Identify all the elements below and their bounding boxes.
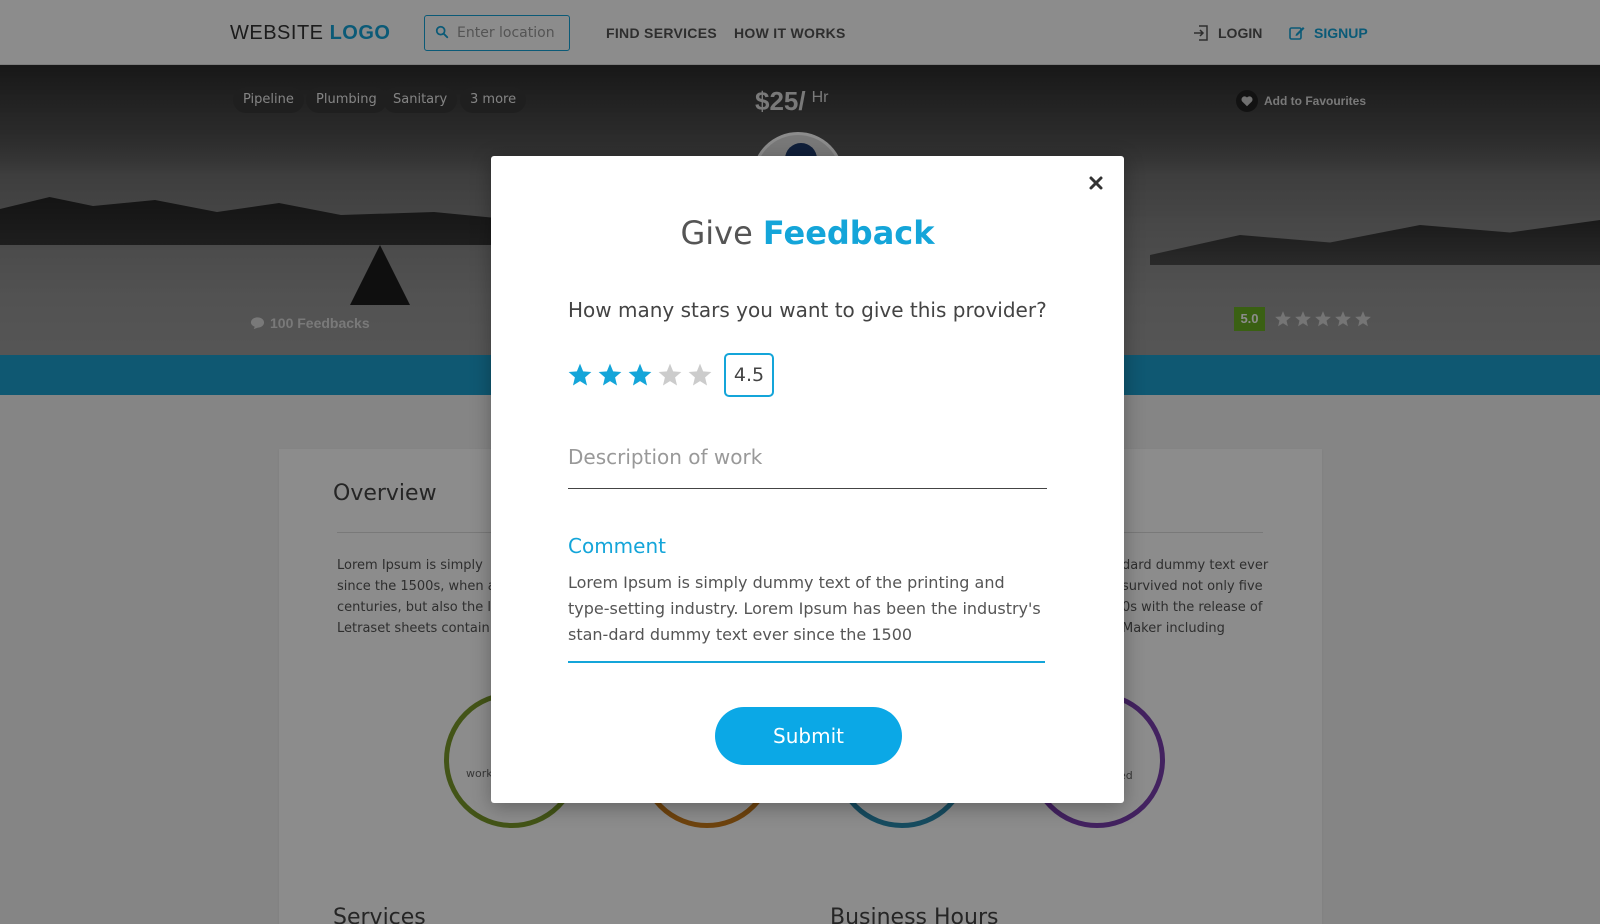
rating-score: 4.5 [724, 353, 774, 397]
star-filled-icon[interactable] [597, 362, 623, 388]
star-filled-icon[interactable] [567, 362, 593, 388]
close-button[interactable] [1083, 170, 1109, 196]
star-rating-input[interactable] [567, 362, 713, 388]
comment-label: Comment [568, 534, 666, 558]
description-input[interactable] [568, 439, 1047, 475]
star-empty-icon[interactable] [687, 362, 713, 388]
submit-button[interactable]: Submit [715, 707, 902, 765]
star-filled-icon[interactable] [627, 362, 653, 388]
modal-title-main: Give [680, 214, 753, 252]
close-icon [1089, 176, 1103, 190]
comment-textarea[interactable]: Lorem Ipsum is simply dummy text of the … [568, 570, 1045, 656]
comment-field[interactable]: Lorem Ipsum is simply dummy text of the … [568, 570, 1045, 663]
modal-title: Give Feedback [491, 214, 1124, 252]
modal-title-accent: Feedback [762, 214, 935, 252]
description-field[interactable] [568, 439, 1047, 489]
rating-question: How many stars you want to give this pro… [568, 298, 1047, 322]
feedback-modal: Give Feedback How many stars you want to… [491, 156, 1124, 803]
star-empty-icon[interactable] [657, 362, 683, 388]
